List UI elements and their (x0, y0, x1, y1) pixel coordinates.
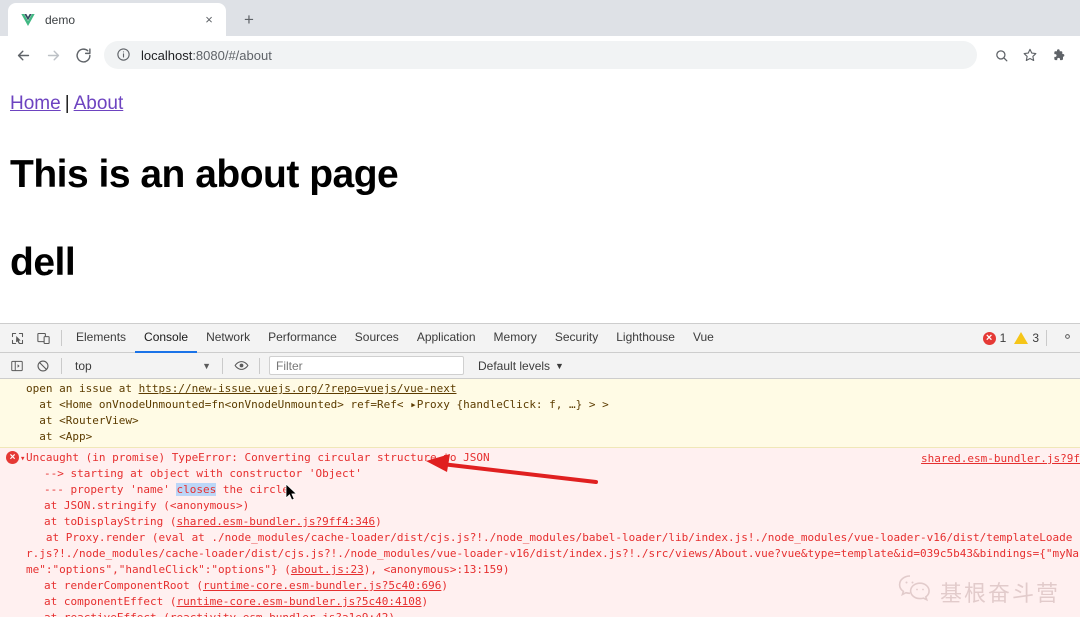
reload-button[interactable] (68, 40, 98, 70)
filter-input[interactable]: Filter (269, 356, 464, 375)
close-icon[interactable]: × (200, 11, 218, 29)
console-error-message[interactable]: × ▾ shared.esm-bundler.js?9f Uncaught (i… (0, 448, 1080, 617)
divider (1046, 330, 1047, 346)
divider (259, 358, 260, 374)
toolbar-actions (985, 42, 1072, 68)
divider (222, 358, 223, 374)
url-host: localhost (141, 48, 192, 63)
devtools-status: × 1 3 (983, 329, 1080, 348)
live-expression-eye-icon[interactable] (228, 354, 254, 378)
warn-text: open an issue at (26, 382, 139, 395)
search-icon[interactable] (988, 42, 1014, 68)
inspect-element-icon[interactable] (4, 326, 30, 350)
tab-vue[interactable]: Vue (684, 324, 723, 353)
chevron-down-icon: ▼ (202, 361, 217, 371)
tab-memory[interactable]: Memory (485, 324, 546, 353)
selected-text: closes (176, 483, 216, 496)
device-toolbar-icon[interactable] (30, 326, 56, 350)
tab-console[interactable]: Console (135, 324, 197, 353)
tab-network[interactable]: Network (197, 324, 259, 353)
warn-line-0: open an issue at https://new-issue.vuejs… (0, 381, 1080, 397)
error-circle-icon: × (6, 451, 19, 464)
tab-performance[interactable]: Performance (259, 324, 346, 353)
error-count: 1 (1000, 331, 1007, 345)
stack-frame-2: at renderComponentRoot (runtime-core.esm… (0, 578, 1080, 594)
stack-link-1[interactable]: shared.esm-bundler.js?9ff4:346 (176, 515, 375, 528)
warn-line-2: at <RouterView> (0, 413, 1080, 429)
stack-frame-0: at JSON.stringify (<anonymous>) (0, 498, 1080, 514)
devtools-tabbar: Elements Console Network Performance Sou… (0, 324, 1080, 353)
console-output[interactable]: open an issue at https://new-issue.vuejs… (0, 379, 1080, 617)
log-levels-value: Default levels (478, 359, 550, 373)
bookmark-star-icon[interactable] (1017, 42, 1043, 68)
browser-toolbar: localhost:8080/#/about (0, 36, 1080, 74)
tab-application[interactable]: Application (408, 324, 485, 353)
tab-lighthouse[interactable]: Lighthouse (607, 324, 684, 353)
warning-triangle-icon (1014, 332, 1028, 344)
execution-context-value: top (75, 359, 92, 373)
address-bar[interactable]: localhost:8080/#/about (104, 41, 977, 69)
log-levels-select[interactable]: Default levels ▼ (478, 359, 564, 373)
url-text: localhost:8080/#/about (141, 48, 272, 63)
stack-link-3[interactable]: runtime-core.esm-bundler.js?5c40:4108 (176, 595, 421, 608)
browser-chrome: demo × + localhost:8080/#/about (0, 0, 1080, 74)
browser-tab-demo[interactable]: demo × (8, 3, 226, 36)
app-nav: Home|About (10, 92, 1070, 117)
error-title: Uncaught (in promise) TypeError: Convert… (0, 450, 1080, 466)
warn-line-1: at <Home onVnodeUnmounted=fn<onVnodeUnmo… (0, 397, 1080, 413)
tab-strip: demo × + (0, 0, 1080, 36)
execution-context-select[interactable]: top ▼ (67, 359, 217, 373)
divider (61, 358, 62, 374)
stack-frame-long: at Proxy.render (eval at ./node_modules/… (0, 530, 1080, 578)
chevron-down-icon: ▼ (555, 361, 564, 371)
console-sidebar-icon[interactable] (4, 354, 30, 378)
stack-link-2[interactable]: runtime-core.esm-bundler.js?5c40:696 (203, 579, 441, 592)
error-source-link[interactable]: shared.esm-bundler.js?9f (921, 451, 1080, 467)
console-filter-bar: top ▼ Filter Default levels ▼ (0, 353, 1080, 379)
page-subtitle: dell (10, 241, 1070, 285)
gear-icon[interactable] (1060, 329, 1075, 348)
warn-line-3: at <App> (0, 429, 1080, 445)
disclosure-triangle-icon[interactable]: ▾ (20, 451, 25, 467)
info-circle-icon[interactable] (116, 47, 132, 63)
stack-frame-1: at toDisplayString (shared.esm-bundler.j… (0, 514, 1080, 530)
console-warning-message[interactable]: open an issue at https://new-issue.vuejs… (0, 379, 1080, 448)
clear-console-icon[interactable] (30, 354, 56, 378)
error-detail-1: --- property 'name' closes the circle (0, 482, 1080, 498)
tab-title: demo (45, 13, 200, 27)
url-path: :8080/#/about (192, 48, 272, 63)
nav-separator: | (61, 93, 74, 114)
tab-security[interactable]: Security (546, 324, 607, 353)
error-detail-0: --> starting at object with constructor … (0, 466, 1080, 482)
nav-link-home[interactable]: Home (10, 93, 61, 114)
error-count-badge[interactable]: × 1 3 (983, 331, 1039, 345)
new-tab-button[interactable]: + (235, 5, 263, 33)
nav-link-about[interactable]: About (74, 93, 124, 114)
divider (61, 330, 62, 346)
error-circle-icon: × (983, 332, 996, 345)
page-viewport: Home|About This is an about page dell (0, 74, 1080, 323)
tab-elements[interactable]: Elements (67, 324, 135, 353)
stack-frame-3: at componentEffect (runtime-core.esm-bun… (0, 594, 1080, 610)
about-js-link[interactable]: about.js:23 (291, 563, 364, 576)
tab-sources[interactable]: Sources (346, 324, 408, 353)
back-button[interactable] (8, 40, 38, 70)
stack-link-4[interactable]: reactivity.esm-bundler.js?a1e9:42 (170, 611, 389, 617)
vue-logo-icon (20, 12, 36, 28)
forward-button[interactable] (38, 40, 68, 70)
warning-count: 3 (1032, 331, 1039, 345)
extensions-puzzle-icon[interactable] (1046, 42, 1072, 68)
vue-issue-link[interactable]: https://new-issue.vuejs.org/?repo=vuejs/… (139, 382, 457, 395)
stack-frame-4: at reactiveEffect (reactivity.esm-bundle… (0, 610, 1080, 617)
devtools-panel: Elements Console Network Performance Sou… (0, 323, 1080, 617)
page-title: This is an about page (10, 153, 1070, 197)
